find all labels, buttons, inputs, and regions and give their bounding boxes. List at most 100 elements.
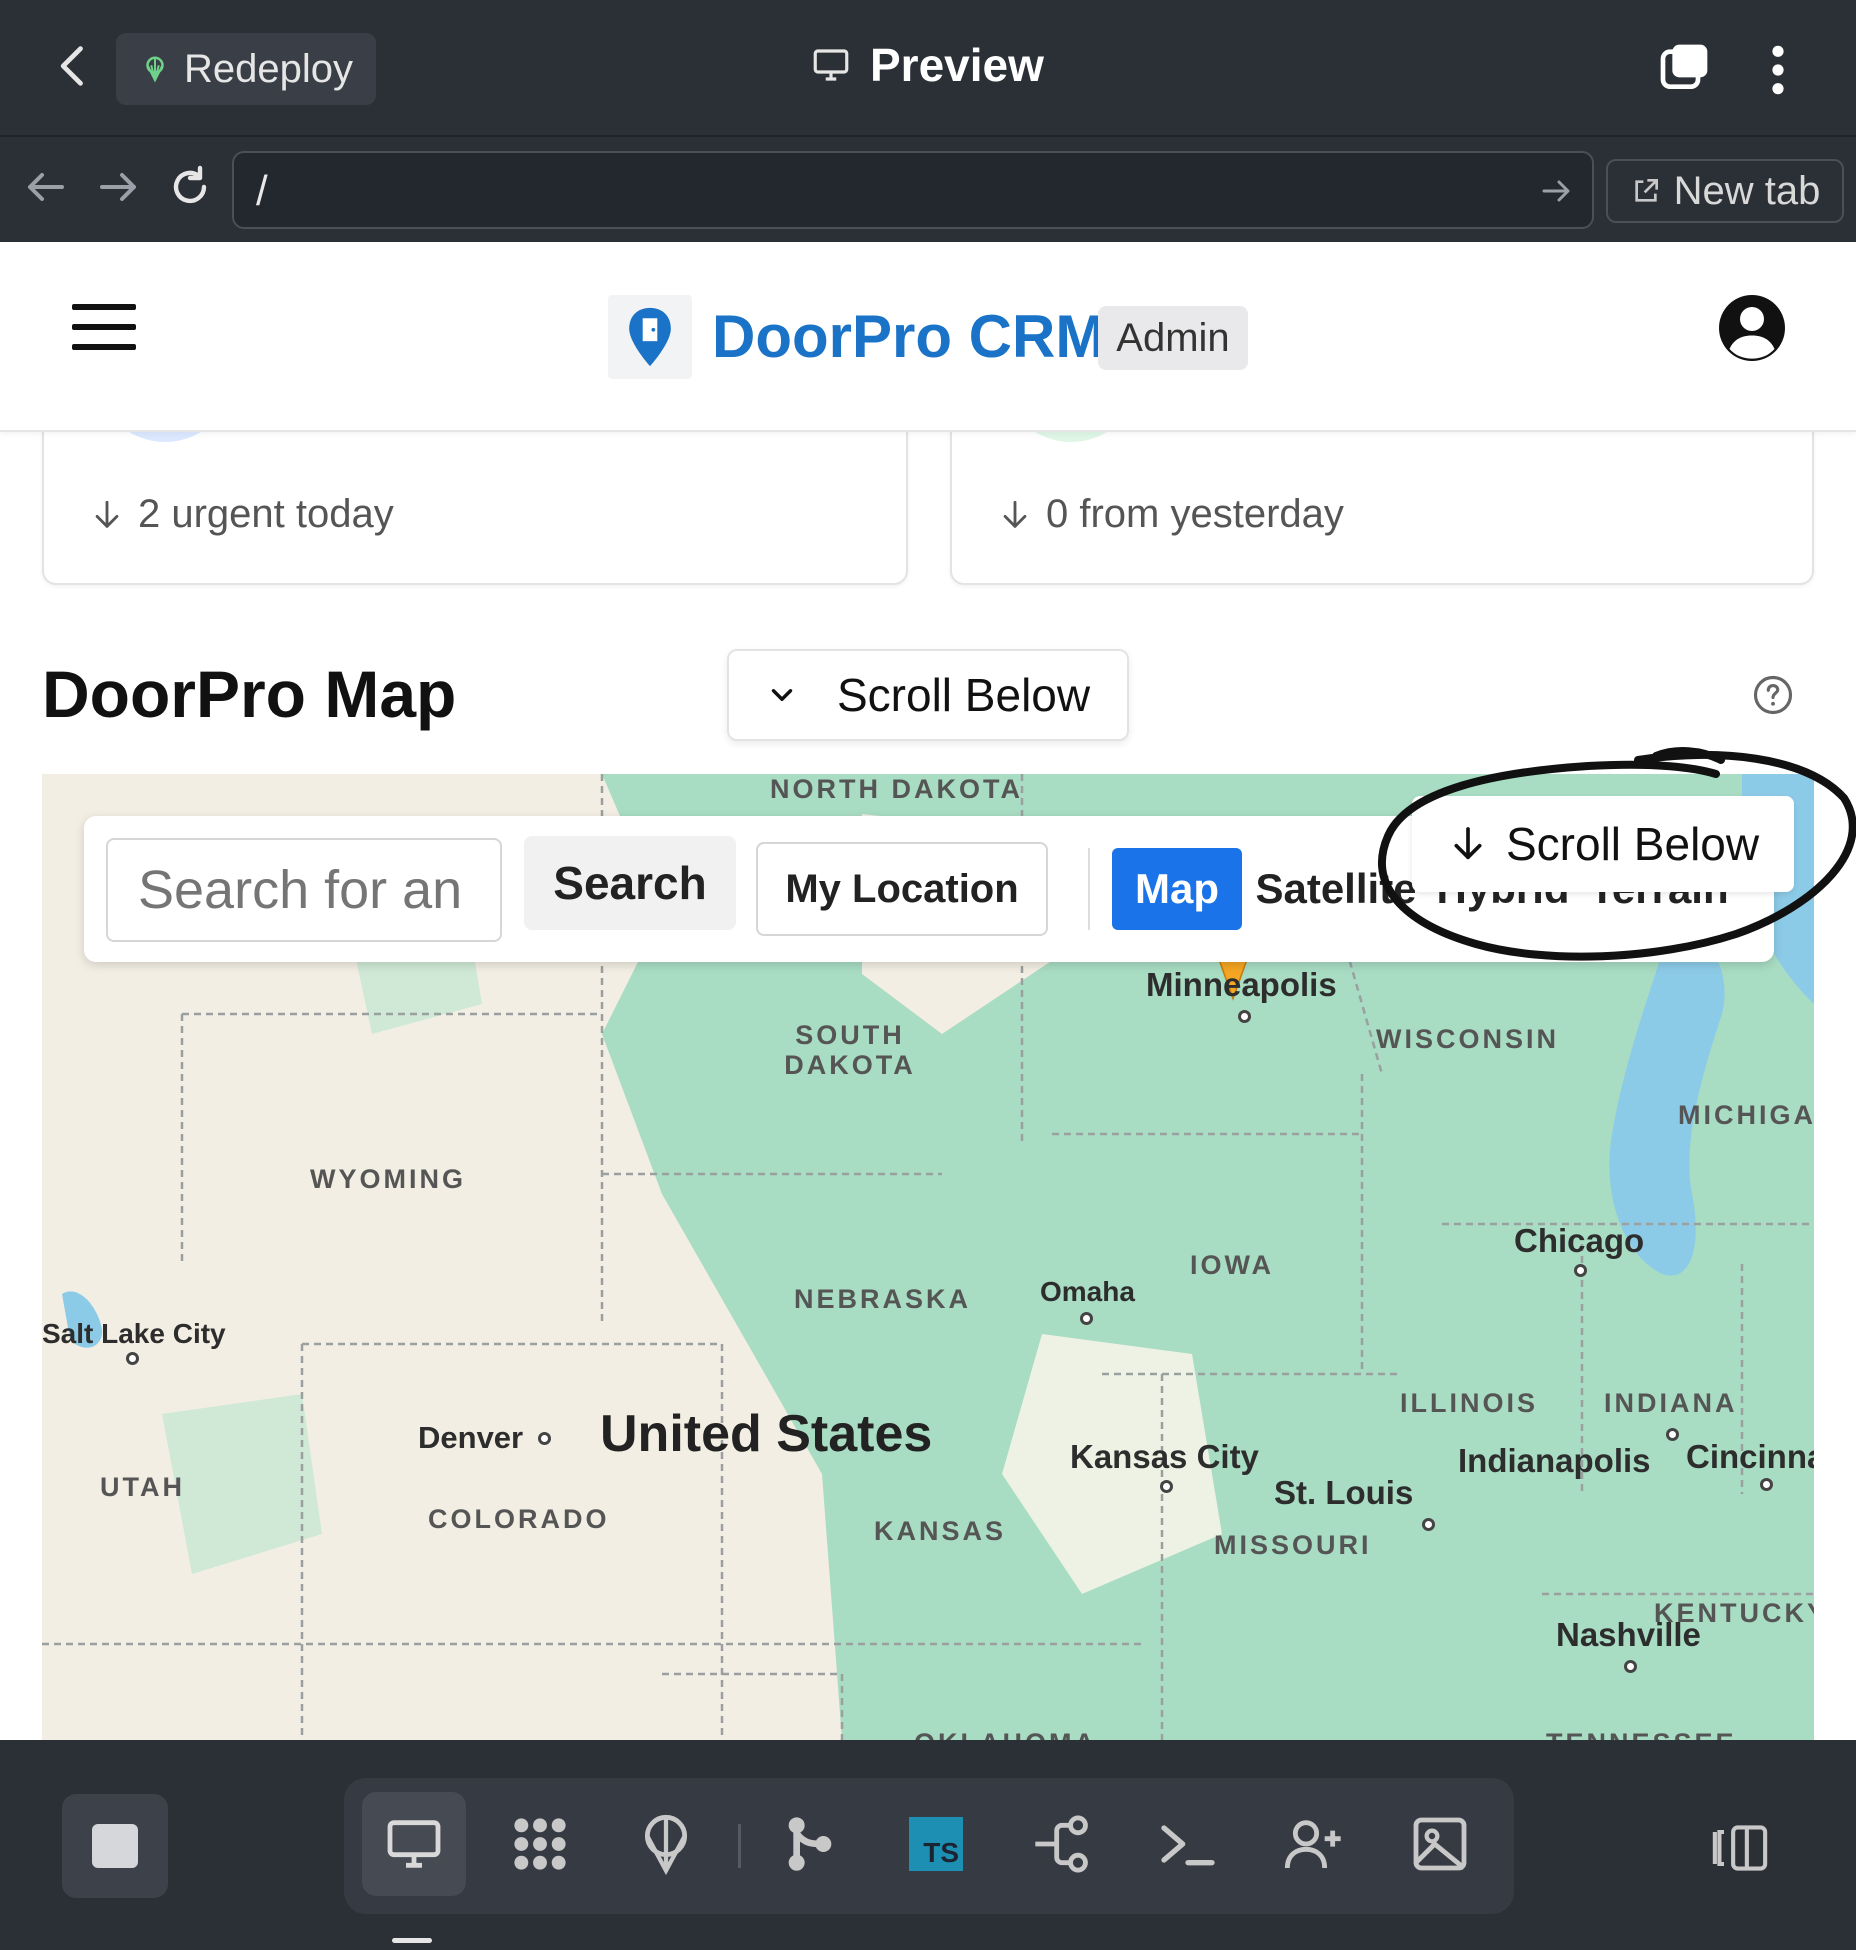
image-icon [1413, 1817, 1467, 1871]
toolbar-divider [1088, 848, 1090, 930]
git-tool-button[interactable] [758, 1792, 862, 1896]
state-label: OKLAHOMA [914, 1728, 1097, 1740]
state-label: COLORADO [428, 1504, 610, 1534]
state-label: WYOMING [310, 1164, 466, 1194]
account-icon[interactable] [1716, 292, 1788, 364]
chevron-left-icon[interactable] [48, 40, 100, 92]
city-label: Nashville [1556, 1616, 1701, 1653]
image-tool-button[interactable] [1388, 1792, 1492, 1896]
city-label: Omaha [1040, 1276, 1135, 1307]
hamburger-menu-icon[interactable] [72, 304, 136, 352]
monitor-icon [387, 1820, 441, 1868]
add-user-tool-button[interactable] [1262, 1792, 1366, 1896]
help-icon[interactable] [1752, 674, 1794, 716]
state-label: NORTH DAKOTA [770, 774, 1023, 804]
url-bar: / New tab [0, 135, 1856, 242]
map-search-button[interactable]: Search [524, 836, 736, 930]
city-label: Salt Lake City [42, 1318, 226, 1349]
arrow-down-icon [1003, 500, 1027, 528]
preview-title: Preview [810, 38, 1044, 92]
terminal-icon [1161, 1825, 1215, 1866]
apps-tool-button[interactable] [488, 1792, 592, 1896]
city-dot [1760, 1478, 1773, 1491]
tabs-icon[interactable] [1656, 40, 1712, 96]
city-label: Indianapolis [1458, 1442, 1651, 1479]
stat-delta-text: 2 urgent today [138, 492, 394, 536]
stop-icon [92, 1824, 138, 1868]
state-label: IOWA [1190, 1250, 1274, 1280]
arrow-down-icon [95, 500, 119, 528]
role-badge: Admin [1098, 306, 1248, 370]
refresh-icon[interactable] [166, 163, 214, 211]
kebab-icon[interactable] [1760, 42, 1796, 98]
panel-icon[interactable] [1708, 1820, 1772, 1876]
monitor-icon [813, 49, 849, 81]
city-dot [1422, 1518, 1435, 1531]
city-label: St. Louis [1274, 1474, 1414, 1511]
stat-delta: 0 from yesterday [998, 492, 1344, 537]
city-dot [1624, 1660, 1637, 1673]
typescript-tool-button[interactable]: TS [884, 1792, 988, 1896]
map-section-title: DoorPro Map [42, 657, 457, 731]
state-label: UTAH [100, 1472, 185, 1502]
brand-title: DoorPro CRM [712, 303, 1106, 370]
map-type-satellite[interactable]: Satellite [1256, 848, 1416, 930]
map-search-input[interactable] [106, 838, 502, 942]
stop-button[interactable] [62, 1794, 168, 1898]
new-tab-button[interactable]: New tab [1606, 159, 1844, 223]
city-dot [1238, 1010, 1251, 1023]
city-label: Kansas City [1070, 1438, 1259, 1475]
redeploy-label: Redeploy [184, 46, 354, 91]
preview-tool-button[interactable] [362, 1792, 466, 1896]
preview-topbar: Redeploy Preview [0, 0, 1856, 135]
city-dot [126, 1352, 139, 1365]
workflow-tool-button[interactable] [1010, 1792, 1114, 1896]
workflow-icon [1035, 1815, 1088, 1873]
active-tab-indicator [392, 1938, 432, 1943]
state-label: NEBRASKA [794, 1284, 972, 1314]
apps-icon [514, 1818, 566, 1870]
new-tab-label: New tab [1673, 168, 1821, 213]
city-dot [1160, 1480, 1173, 1493]
city-label: Minneapolis [1146, 966, 1337, 1003]
scroll-below-overlay-label: Scroll Below [1506, 818, 1760, 870]
state-label: WISCONSIN [1376, 1024, 1560, 1054]
scroll-below-button[interactable]: Scroll Below [727, 649, 1129, 741]
my-location-button[interactable]: My Location [756, 842, 1048, 936]
go-arrow-icon[interactable] [1538, 173, 1574, 209]
external-link-icon [1634, 179, 1658, 202]
deploy-icon [644, 1814, 688, 1876]
redeploy-button[interactable]: Redeploy [116, 33, 376, 105]
tool-separator [738, 1824, 741, 1868]
arrow-right-icon[interactable] [94, 163, 142, 211]
stat-delta-text: 0 from yesterday [1046, 492, 1344, 536]
add-user-icon [1284, 1820, 1341, 1869]
map-type-map[interactable]: Map [1112, 848, 1242, 930]
state-label: KANSAS [874, 1516, 1007, 1546]
state-label: SOUTH DAKOTA [784, 1020, 916, 1080]
deploy-icon [146, 56, 164, 83]
git-icon [788, 1817, 832, 1871]
city-label: Chicago [1514, 1222, 1645, 1259]
stat-delta: 2 urgent today [90, 492, 394, 537]
typescript-icon: TS [909, 1817, 963, 1871]
preview-title-text: Preview [870, 39, 1044, 91]
url-input[interactable]: / [232, 151, 1594, 229]
country-label: United States [600, 1405, 933, 1463]
logo [608, 295, 692, 379]
city-dot [1574, 1264, 1587, 1277]
deploy-tool-button[interactable] [614, 1792, 718, 1896]
bottom-toolbar: TS [0, 1740, 1856, 1950]
city-dot [1080, 1312, 1093, 1325]
state-label: MICHIGAN [1678, 1100, 1814, 1130]
terminal-tool-button[interactable] [1136, 1792, 1240, 1896]
arrow-left-icon[interactable] [22, 163, 70, 211]
state-label: MISSOURI [1214, 1530, 1372, 1560]
scroll-below-overlay-button[interactable]: Scroll Below [1412, 796, 1794, 892]
city-dot [538, 1432, 551, 1445]
url-text: / [256, 167, 268, 214]
door-pin-icon [629, 307, 671, 367]
city-dot [1666, 1428, 1679, 1441]
state-label: ILLINOIS [1400, 1388, 1538, 1418]
app-header: DoorPro CRM Admin [0, 242, 1856, 432]
